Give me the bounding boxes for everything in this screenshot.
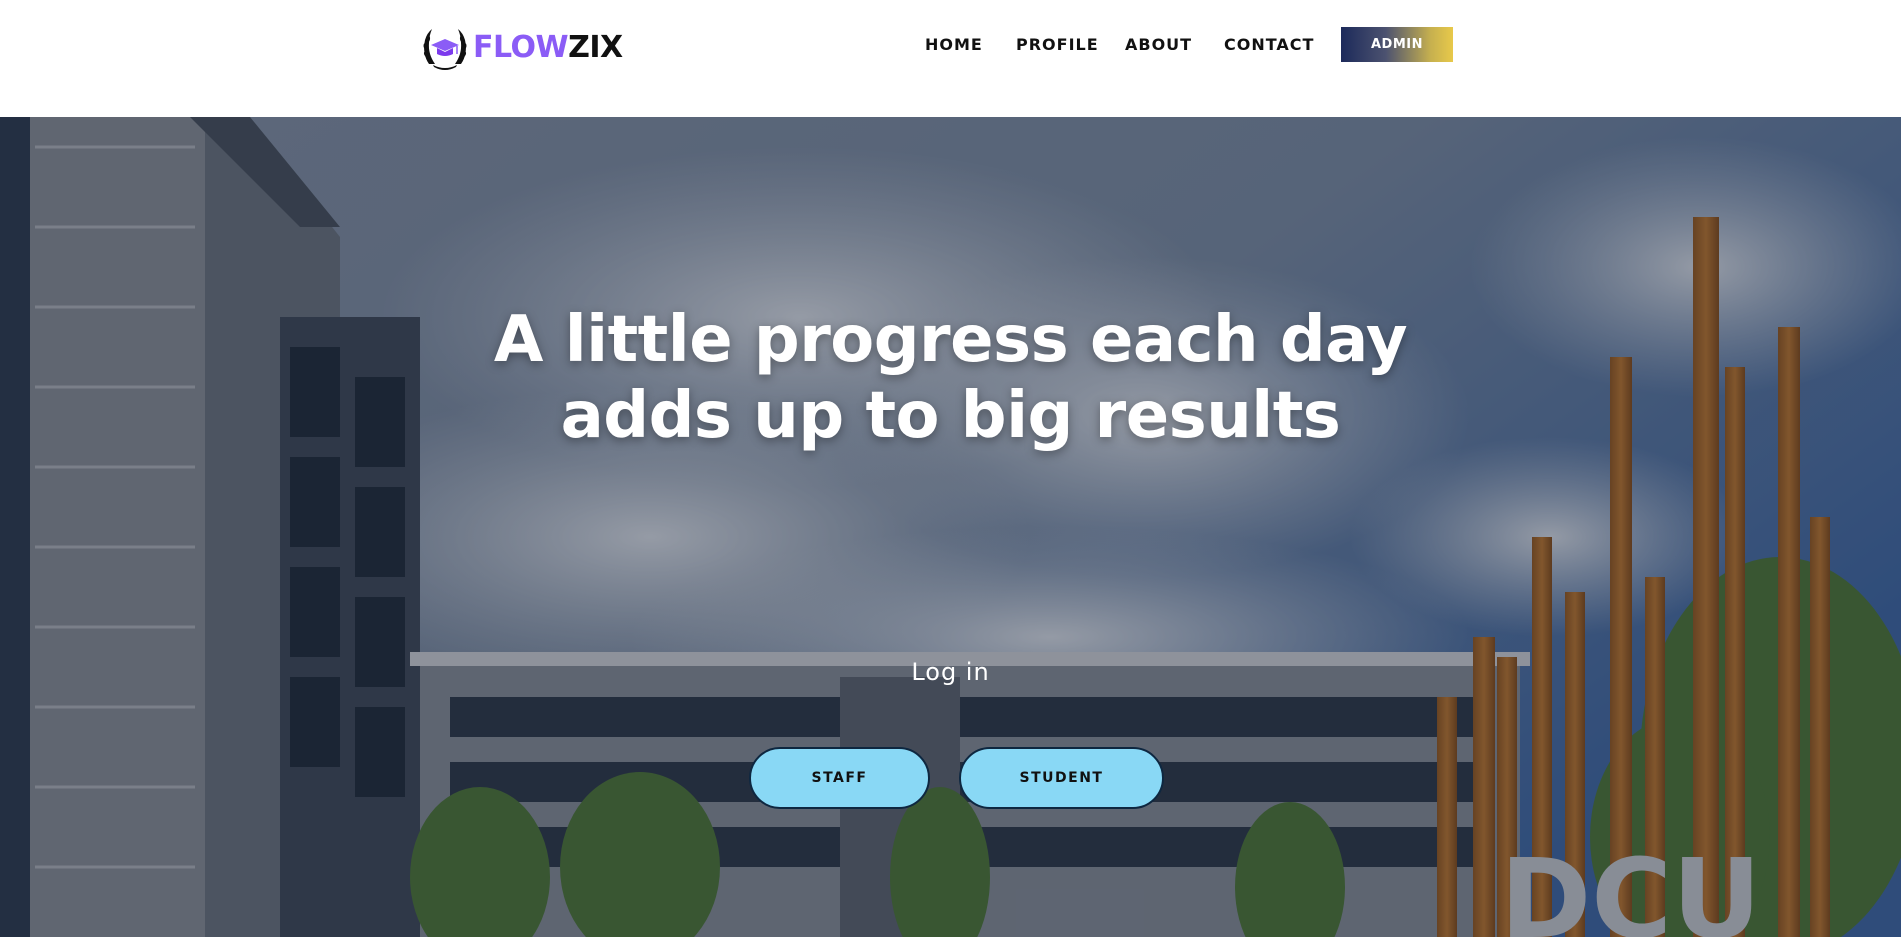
admin-button[interactable]: ADMIN	[1341, 27, 1453, 62]
headline-line-1: A little progress each day	[493, 303, 1408, 377]
hero-section: DCU A little progress each day adds up t…	[0, 117, 1901, 937]
headline-line-2: adds up to big results	[560, 379, 1341, 453]
brand-logo[interactable]: FLOWZIX	[419, 24, 623, 72]
staff-login-button[interactable]: STAFF	[749, 747, 930, 809]
nav-contact[interactable]: CONTACT	[1224, 35, 1314, 54]
student-login-button[interactable]: STUDENT	[959, 747, 1164, 809]
brand-name-zix: ZIX	[568, 30, 623, 65]
brand-name-flow: FLOW	[473, 30, 569, 65]
nav-profile[interactable]: PROFILE	[1016, 35, 1099, 54]
login-label: Log in	[911, 658, 990, 686]
nav-about[interactable]: ABOUT	[1125, 35, 1192, 54]
hero-headline: A little progress each day adds up to bi…	[0, 302, 1901, 454]
hero-dim-overlay	[0, 117, 1901, 937]
site-header: FLOWZIX HOME PROFILE ABOUT CONTACT ADMIN	[0, 0, 1901, 117]
nav-home[interactable]: HOME	[925, 35, 983, 54]
graduation-cap-laurel-icon	[423, 29, 467, 70]
